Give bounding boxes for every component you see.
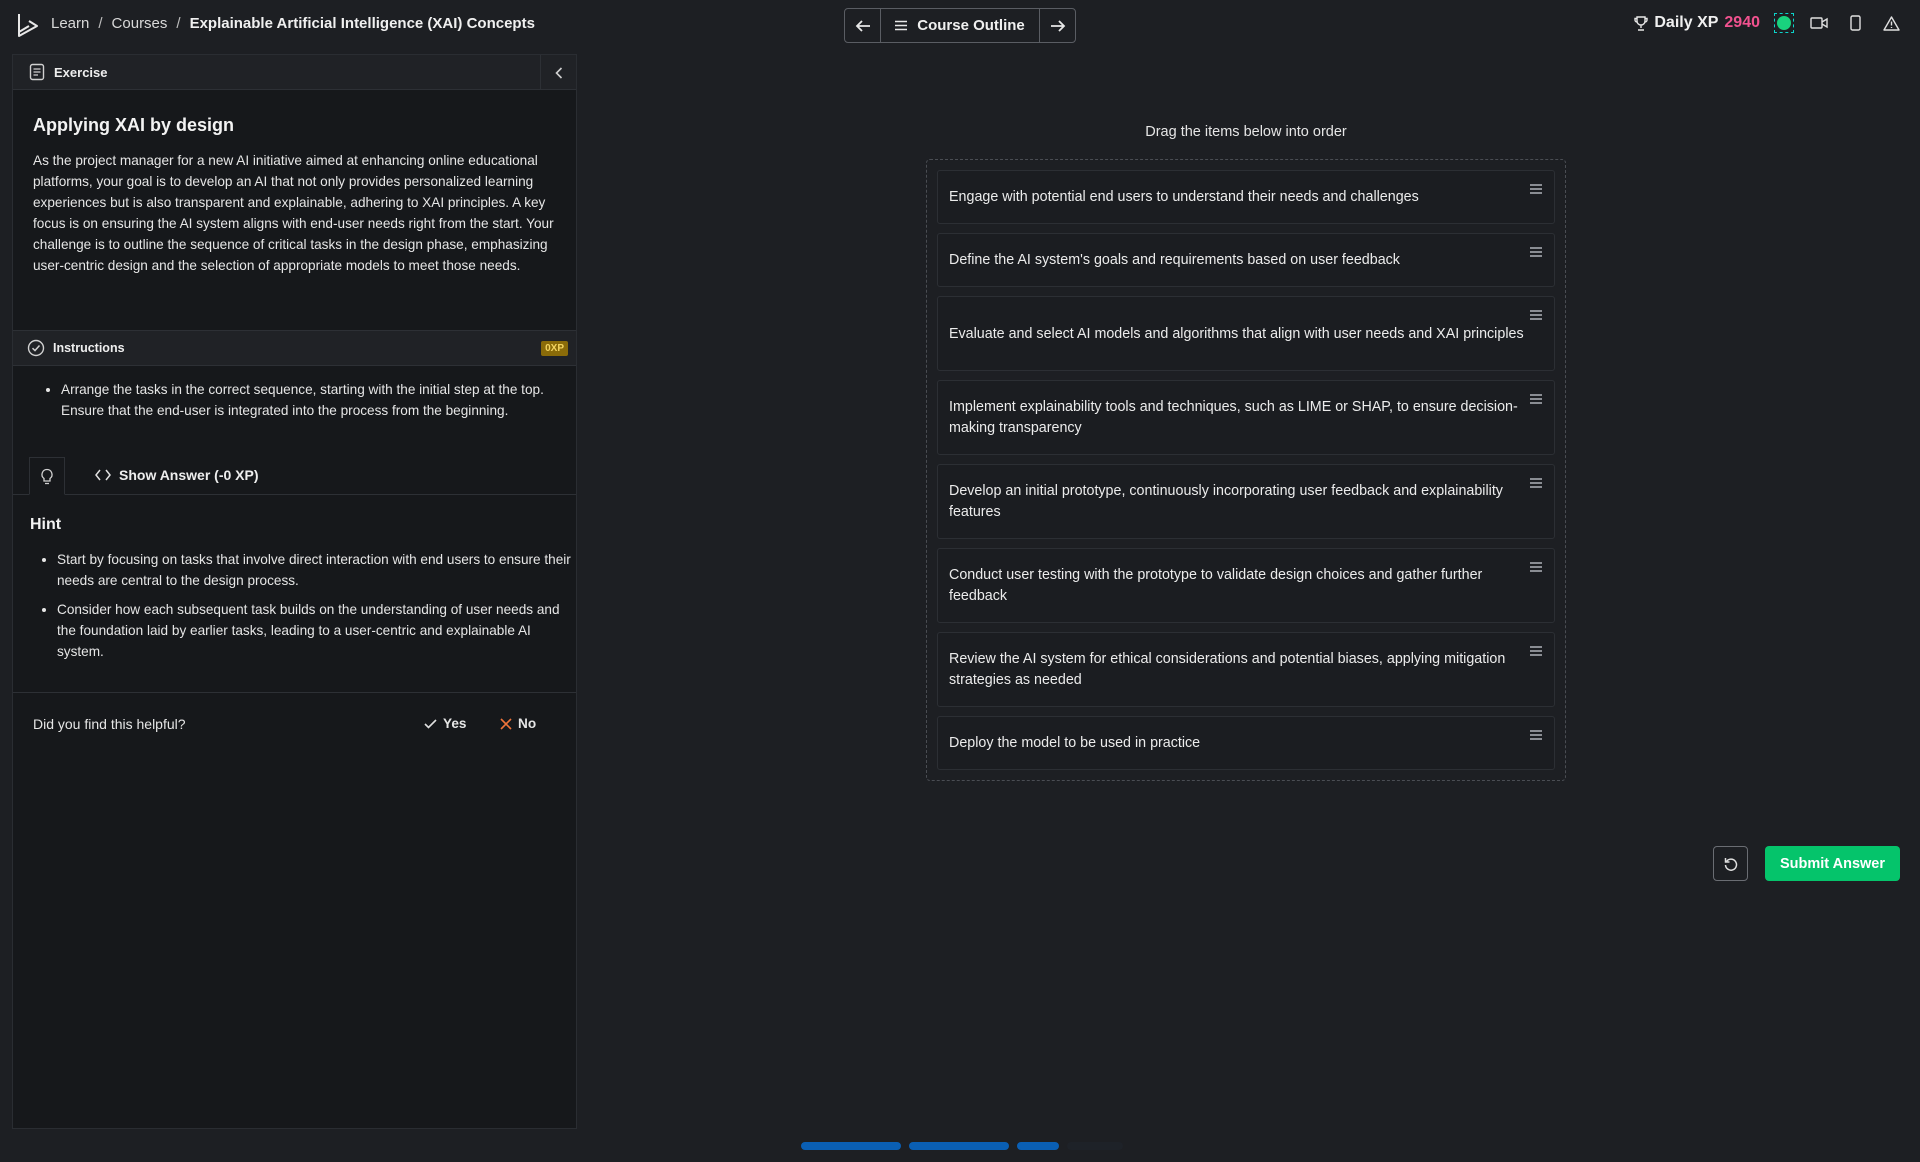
drag-item-label: Define the AI system's goals and require… (949, 252, 1400, 268)
drag-item-label: Implement explainability tools and techn… (949, 399, 1518, 436)
course-outline-label: Course Outline (917, 17, 1025, 34)
drag-item-label: Evaluate and select AI models and algori… (949, 325, 1524, 342)
hint-item: Start by focusing on tasks that involve … (57, 549, 573, 591)
hint-list: Start by focusing on tasks that involve … (43, 549, 573, 670)
exercise-progress-bar (801, 1142, 1123, 1150)
drag-instructions: Drag the items below into order (1145, 124, 1347, 140)
exercise-title: Applying XAI by design (33, 115, 235, 135)
progress-segment (909, 1142, 1009, 1150)
submit-answer-button[interactable]: Submit Answer (1765, 846, 1900, 881)
exercise-panel: Exercise Applying XAI by design As the p… (12, 54, 577, 1129)
check-circle-icon (27, 339, 45, 357)
drag-handle-icon[interactable] (1530, 247, 1542, 257)
instructions-list: Arrange the tasks in the correct sequenc… (47, 379, 567, 421)
feedback-question: Did you find this helpful? (33, 715, 186, 732)
drag-handle-icon[interactable] (1530, 478, 1542, 488)
drag-handle-icon[interactable] (1530, 730, 1542, 740)
video-icon (1810, 17, 1828, 29)
feedback-yes-button[interactable]: Yes (424, 716, 466, 731)
exercise-description: As the project manager for a new AI init… (33, 153, 554, 273)
drag-item[interactable]: Conduct user testing with the prototype … (937, 548, 1555, 623)
drag-item[interactable]: Develop an initial prototype, continuous… (937, 464, 1555, 539)
progress-segment (1067, 1142, 1123, 1150)
feedback-no-button[interactable]: No (500, 716, 536, 731)
drag-drop-list: Engage with potential end users to under… (926, 159, 1566, 781)
lightbulb-icon (41, 468, 53, 484)
progress-segment (801, 1142, 901, 1150)
chevron-left-icon (554, 66, 562, 79)
reset-button[interactable] (1713, 846, 1748, 881)
datacamp-logo-icon[interactable] (16, 12, 40, 38)
mobile-icon (1849, 15, 1861, 31)
drag-item[interactable]: Evaluate and select AI models and algori… (937, 296, 1555, 371)
hint-title: Hint (30, 516, 62, 533)
feedback-no-label: No (518, 716, 537, 731)
drag-item[interactable]: Deploy the model to be used in practice (937, 716, 1555, 770)
breadcrumb-learn[interactable]: Learn (51, 15, 89, 32)
drag-handle-icon[interactable] (1530, 184, 1542, 194)
hint-item: Consider how each subsequent task builds… (57, 599, 573, 662)
daily-xp[interactable]: Daily XP 2940 (1634, 14, 1760, 32)
drag-handle-icon[interactable] (1530, 310, 1542, 320)
code-icon (95, 469, 111, 481)
course-navigation: Course Outline (844, 8, 1076, 43)
next-exercise-button[interactable] (1039, 9, 1075, 42)
check-icon (424, 718, 437, 729)
collapse-panel-button[interactable] (540, 55, 576, 90)
breadcrumb-courses[interactable]: Courses (112, 15, 168, 32)
drag-item[interactable]: Engage with potential end users to under… (937, 170, 1555, 224)
breadcrumb: Learn / Courses / Explainable Artificial… (51, 15, 535, 32)
daily-xp-value: 2940 (1724, 14, 1760, 31)
streak-status-indicator[interactable] (1774, 13, 1794, 33)
hint-tabs: Show Answer (-0 XP) (13, 457, 576, 495)
drag-handle-icon[interactable] (1530, 562, 1542, 572)
top-bar: Learn / Courses / Explainable Artificial… (0, 0, 1920, 50)
hint-tab[interactable] (29, 457, 65, 495)
drag-item-label: Develop an initial prototype, continuous… (949, 483, 1503, 520)
video-button[interactable] (1808, 12, 1830, 34)
breadcrumb-current-course[interactable]: Explainable Artificial Intelligence (XAI… (190, 15, 535, 32)
drag-item-label: Deploy the model to be used in practice (949, 735, 1201, 751)
progress-segment (1017, 1142, 1059, 1150)
menu-icon (895, 20, 908, 31)
exercise-panel-title: Exercise (54, 64, 108, 80)
warning-icon (1882, 15, 1900, 31)
report-issue-button[interactable] (1880, 12, 1902, 34)
show-answer-button[interactable]: Show Answer (-0 XP) (95, 467, 259, 483)
drag-item[interactable]: Define the AI system's goals and require… (937, 233, 1555, 287)
show-answer-label: Show Answer (-0 XP) (119, 467, 259, 483)
arrow-right-icon (1050, 19, 1065, 32)
close-icon (500, 717, 512, 730)
daily-xp-label: Daily XP (1654, 14, 1719, 31)
instructions-header: Instructions 0XP (13, 330, 576, 366)
drag-item-label: Engage with potential end users to under… (949, 189, 1419, 205)
drag-handle-icon[interactable] (1530, 646, 1542, 656)
reset-icon (1724, 857, 1737, 871)
feedback-yes-label: Yes (443, 716, 467, 731)
instructions-title: Instructions (53, 341, 125, 355)
breadcrumb-separator: / (98, 15, 103, 32)
mobile-button[interactable] (1844, 12, 1866, 34)
status-dot (1777, 16, 1791, 30)
course-outline-button[interactable]: Course Outline (881, 9, 1039, 42)
header-tools: Daily XP 2940 (1634, 12, 1902, 34)
exercise-panel-header: Exercise (13, 55, 576, 90)
trophy-icon (1634, 15, 1649, 31)
document-icon (29, 63, 45, 81)
arrow-left-icon (855, 19, 870, 32)
previous-exercise-button[interactable] (845, 9, 881, 42)
drag-item[interactable]: Review the AI system for ethical conside… (937, 632, 1555, 707)
drag-item-label: Conduct user testing with the prototype … (949, 567, 1483, 604)
drag-handle-icon[interactable] (1530, 394, 1542, 404)
feedback-bar: Did you find this helpful? Yes No (13, 692, 576, 754)
instruction-item: Arrange the tasks in the correct sequenc… (61, 379, 567, 421)
drag-item-label: Review the AI system for ethical conside… (949, 651, 1506, 688)
breadcrumb-separator: / (176, 15, 181, 32)
drag-item[interactable]: Implement explainability tools and techn… (937, 380, 1555, 455)
instructions-xp-badge: 0XP (541, 341, 568, 356)
